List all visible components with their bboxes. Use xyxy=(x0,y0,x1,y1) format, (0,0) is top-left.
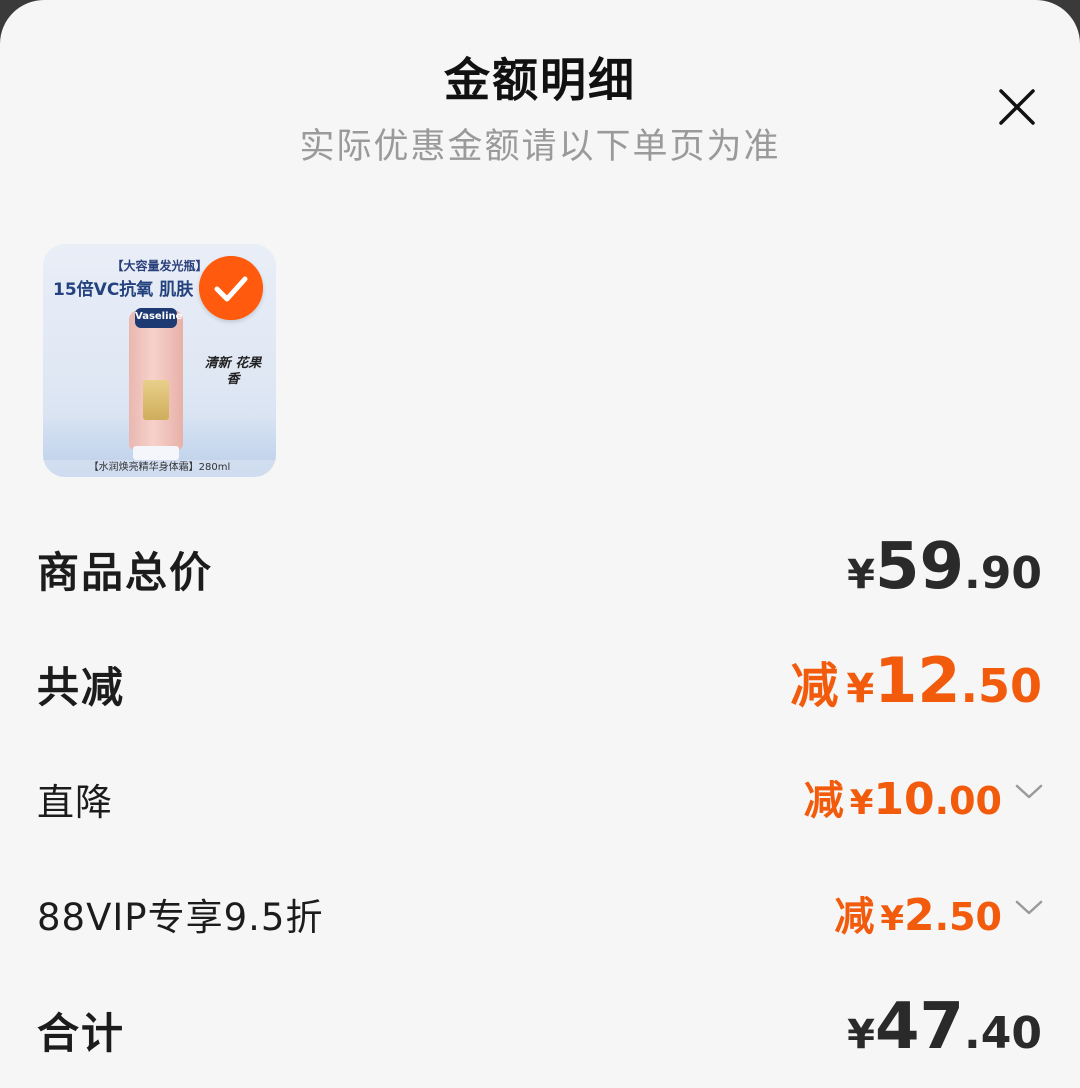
sum-amount: ¥47.40 xyxy=(847,990,1042,1064)
currency-symbol: ¥ xyxy=(847,1012,875,1058)
total-price-label: 商品总价 xyxy=(37,548,214,597)
currency-symbol: ¥ xyxy=(849,783,874,823)
total-discount-label: 共减 xyxy=(37,663,126,712)
amount-decimal: .90 xyxy=(964,548,1042,599)
amount-integer: 10 xyxy=(873,774,935,825)
direct-discount-label: 直降 xyxy=(37,781,113,824)
product-scent: 清新 花果香 xyxy=(204,356,262,387)
amount-integer: 2 xyxy=(904,890,935,941)
product-footer: 【水润焕亮精华身体霜】280ml xyxy=(88,462,231,473)
amount-decimal: .50 xyxy=(960,659,1043,713)
discount-prefix: 减 xyxy=(803,778,844,824)
product-cap: Vaseline xyxy=(135,308,183,328)
amount-detail-sheet: 金额明细 实际优惠金额请以下单页为准 【大容量发光瓶】 15倍VC抗氧 肌肤 V… xyxy=(0,0,1080,1088)
product-headline: 15倍VC抗氧 肌肤 xyxy=(53,280,194,300)
close-icon[interactable] xyxy=(994,84,1040,130)
amount-integer: 47 xyxy=(874,990,965,1064)
amount-integer: 12 xyxy=(874,644,961,717)
amount-decimal: .50 xyxy=(934,895,1002,939)
total-discount-amount: 减 ¥12.50 xyxy=(790,644,1042,717)
amount-integer: 59 xyxy=(874,530,965,604)
vip-discount-label: 88VIP专享9.5折 xyxy=(37,896,324,939)
product-label xyxy=(143,380,169,420)
amount-decimal: .00 xyxy=(934,779,1002,823)
chevron-down-icon[interactable] xyxy=(1014,783,1044,801)
product-tube: Vaseline xyxy=(129,308,183,460)
currency-symbol: ¥ xyxy=(880,899,905,939)
amount-decimal: .40 xyxy=(964,1008,1042,1059)
currency-symbol: ¥ xyxy=(847,552,875,598)
currency-symbol: ¥ xyxy=(846,666,875,712)
brand-logo: Vaseline xyxy=(135,311,183,322)
sheet-subtitle: 实际优惠金额请以下单页为准 xyxy=(299,127,781,167)
checkmark-icon[interactable] xyxy=(199,256,263,320)
vip-discount-amount[interactable]: 减 ¥2.50 xyxy=(834,884,1002,942)
direct-discount-amount[interactable]: 减 ¥10.00 xyxy=(804,768,1002,826)
discount-prefix: 减 xyxy=(834,894,875,940)
sum-label: 合计 xyxy=(37,1009,126,1058)
discount-prefix: 减 xyxy=(790,658,839,714)
sheet-title: 金额明细 xyxy=(444,53,636,107)
total-price-amount: ¥59.90 xyxy=(847,530,1042,604)
chevron-down-icon[interactable] xyxy=(1014,899,1044,917)
